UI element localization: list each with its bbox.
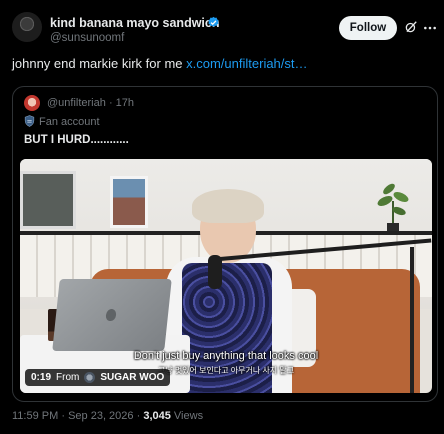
quoted-author-handle[interactable]: @unfilteriah bbox=[47, 97, 106, 109]
verified-badge-icon bbox=[208, 16, 219, 27]
more-icon[interactable] bbox=[423, 22, 437, 34]
author-display-name[interactable]: kind banana mayo sandwich bbox=[50, 16, 220, 30]
video-source-name[interactable]: SUGAR WOO bbox=[100, 372, 164, 383]
person-hair bbox=[192, 189, 264, 223]
plant bbox=[377, 183, 409, 231]
author-avatar[interactable] bbox=[12, 12, 42, 42]
post-header: kind banana mayo sandwich @sunsunoomf Fo… bbox=[0, 0, 444, 52]
post-meta: 11:59 PM · Sep 23, 2026 · 3,045 Views bbox=[12, 410, 203, 422]
wall-poster bbox=[110, 176, 148, 228]
microphone bbox=[208, 255, 222, 289]
author-handle[interactable]: @sunsunoomf bbox=[50, 32, 124, 44]
meta-separator-2: · bbox=[136, 410, 141, 422]
grok-icon[interactable] bbox=[404, 20, 418, 34]
post-link[interactable]: x.com/unfilteriah/st… bbox=[186, 56, 307, 71]
quoted-text: BUT I HURD............ bbox=[24, 134, 129, 146]
quoted-timestamp[interactable]: 17h bbox=[116, 97, 134, 109]
video-duration-badge[interactable]: 0:19 From SUGAR WOO bbox=[25, 369, 171, 386]
video-subtitle-english: Don't just buy anything that looks cool bbox=[133, 350, 319, 362]
meta-separator: · bbox=[61, 410, 66, 422]
follow-button[interactable]: Follow bbox=[339, 16, 397, 40]
post-text: johnny end markie kirk for me x.com/unfi… bbox=[12, 56, 308, 71]
laptop bbox=[52, 279, 172, 351]
video-player[interactable]: Don't just buy anything that looks cool … bbox=[20, 159, 432, 393]
account-label: Fan account bbox=[39, 116, 100, 128]
views-count: 3,045 bbox=[143, 410, 171, 422]
views-label: Views bbox=[173, 410, 204, 422]
quoted-author-avatar[interactable] bbox=[24, 95, 40, 111]
quoted-post[interactable]: @unfilteriah · 17h Fan account BUT I HUR… bbox=[12, 86, 438, 402]
video-duration: 0:19 bbox=[31, 372, 52, 383]
quoted-separator: · bbox=[108, 97, 113, 109]
quoted-author-meta: @unfilteriah · 17h bbox=[47, 97, 134, 109]
post-body: johnny end markie kirk for me bbox=[12, 56, 183, 71]
video-from-label: From bbox=[56, 372, 80, 383]
shield-icon bbox=[24, 115, 35, 127]
post-time[interactable]: 11:59 PM bbox=[12, 410, 58, 422]
wall-painting bbox=[20, 171, 76, 229]
video-source-avatar bbox=[84, 372, 96, 383]
post-date[interactable]: Sep 23, 2026 bbox=[68, 410, 133, 422]
